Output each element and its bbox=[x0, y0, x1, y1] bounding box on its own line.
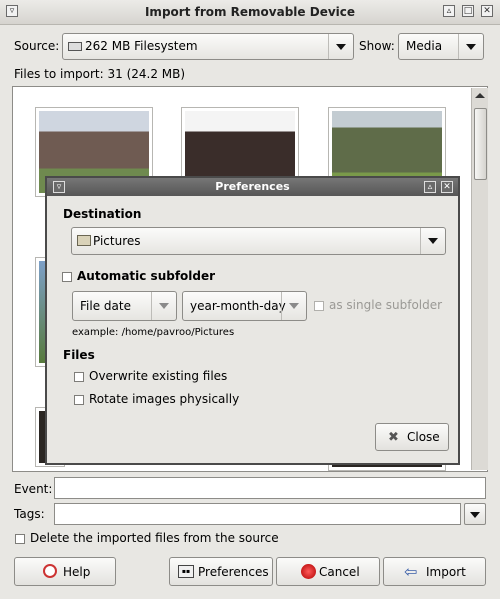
source-combo[interactable]: 262 MB Filesystem bbox=[62, 33, 354, 60]
files-to-import: Files to import: 31 (24.2 MB) bbox=[14, 67, 186, 81]
source-label: Source: bbox=[14, 39, 60, 53]
close-button-label: Close bbox=[407, 430, 440, 444]
scroll-thumb[interactable] bbox=[474, 108, 487, 180]
chevron-down-icon bbox=[466, 44, 476, 50]
cancel-icon bbox=[301, 564, 316, 579]
automatic-subfolder-checkbox[interactable] bbox=[62, 272, 72, 282]
overwrite-label: Overwrite existing files bbox=[89, 369, 228, 383]
maximize-icon[interactable]: □ bbox=[462, 5, 474, 17]
close-window-icon[interactable]: ✕ bbox=[481, 5, 493, 17]
delete-label: Delete the imported files from the sourc… bbox=[30, 531, 279, 545]
preferences-button[interactable]: ▪▪ Preferences bbox=[169, 557, 273, 586]
minimize-icon[interactable]: ▵ bbox=[443, 5, 455, 17]
scroll-up-icon[interactable] bbox=[474, 90, 486, 102]
close-button[interactable]: ✖ Close bbox=[375, 423, 449, 451]
event-label: Event: bbox=[14, 482, 53, 496]
show-combo[interactable]: Media bbox=[398, 33, 484, 60]
preferences-dialog: ▿ Preferences ▵ ✕ Destination Pictures A… bbox=[45, 176, 460, 465]
chevron-down-icon bbox=[470, 512, 480, 518]
dialog-title: Preferences bbox=[215, 180, 290, 193]
single-subfolder-checkbox[interactable] bbox=[314, 301, 324, 311]
overwrite-checkbox[interactable] bbox=[74, 372, 84, 382]
close-icon: ✖ bbox=[388, 430, 399, 445]
chevron-down-icon bbox=[336, 44, 346, 50]
help-button[interactable]: Help bbox=[14, 557, 116, 586]
subfolder-example: example: /home/pavroo/Pictures bbox=[72, 327, 235, 338]
destination-combo[interactable]: Pictures bbox=[71, 227, 446, 255]
event-input[interactable] bbox=[54, 477, 486, 499]
subfolder-type-value: File date bbox=[80, 299, 131, 313]
help-icon bbox=[43, 564, 57, 578]
dialog-titlebar: ▿ Preferences ▵ ✕ bbox=[47, 178, 458, 196]
import-arrow-icon: ⇦ bbox=[404, 562, 418, 581]
chevron-down-icon bbox=[428, 238, 438, 244]
chevron-down-icon bbox=[289, 303, 299, 309]
show-value: Media bbox=[406, 39, 443, 53]
window-titlebar: ▿ Import from Removable Device ▵ □ ✕ bbox=[0, 0, 500, 25]
import-button[interactable]: ⇦ Import bbox=[383, 557, 486, 586]
subfolder-type-combo[interactable]: File date bbox=[72, 291, 177, 321]
automatic-subfolder-label: Automatic subfolder bbox=[77, 269, 216, 283]
scrollbar[interactable] bbox=[471, 88, 488, 470]
tags-label: Tags: bbox=[14, 507, 45, 521]
single-subfolder-label: as single subfolder bbox=[329, 298, 443, 312]
dialog-close-icon[interactable]: ✕ bbox=[441, 181, 453, 193]
folder-icon bbox=[77, 235, 91, 246]
subfolder-format-combo[interactable]: year-month-day bbox=[182, 291, 307, 321]
tags-input[interactable] bbox=[54, 503, 461, 525]
dialog-shade-icon[interactable]: ▵ bbox=[424, 181, 436, 193]
delete-checkbox[interactable] bbox=[15, 534, 25, 544]
tags-dropdown-button[interactable] bbox=[464, 503, 486, 525]
rotate-checkbox[interactable] bbox=[74, 395, 84, 405]
drive-icon bbox=[68, 42, 82, 51]
cancel-button[interactable]: Cancel bbox=[276, 557, 380, 586]
chevron-down-icon bbox=[159, 303, 169, 309]
source-value: 262 MB Filesystem bbox=[85, 39, 198, 53]
preferences-icon: ▪▪ bbox=[178, 565, 194, 578]
destination-value: Pictures bbox=[93, 234, 141, 248]
show-label: Show: bbox=[359, 39, 395, 53]
subfolder-format-value: year-month-day bbox=[190, 299, 286, 313]
window-title: Import from Removable Device bbox=[144, 5, 356, 19]
rotate-label: Rotate images physically bbox=[89, 392, 240, 406]
destination-heading: Destination bbox=[63, 207, 142, 221]
files-heading: Files bbox=[63, 348, 95, 362]
